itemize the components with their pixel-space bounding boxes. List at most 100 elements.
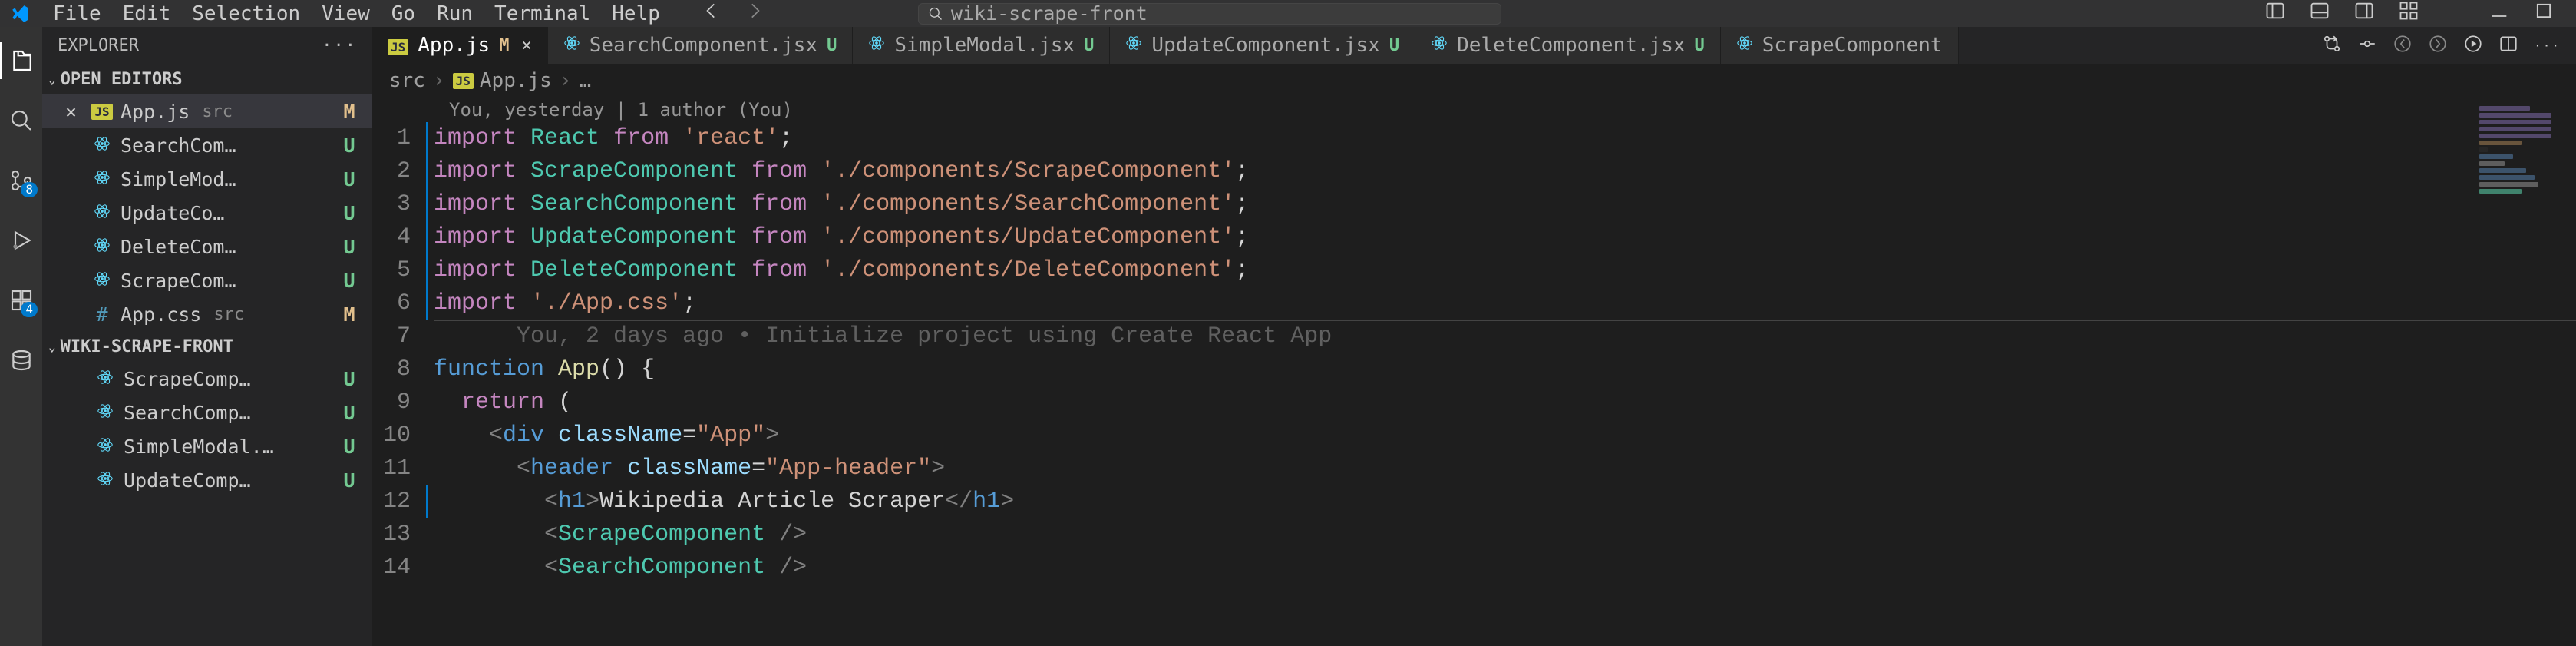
command-center-search[interactable]: wiki-scrape-front — [918, 3, 1501, 25]
editor-tab[interactable]: SearchComponent.jsxU — [548, 27, 854, 64]
code-line[interactable]: import DeleteComponent from './component… — [434, 254, 2576, 287]
more-actions-icon[interactable]: ··· — [2534, 38, 2561, 53]
file-dir: src — [213, 305, 244, 324]
open-editor-item[interactable]: DeleteCom…U — [42, 230, 372, 263]
open-editor-item[interactable]: #App.csssrcM — [42, 297, 372, 331]
search-text: wiki-scrape-front — [951, 2, 1148, 25]
git-status-U: U — [340, 270, 358, 292]
close-icon[interactable]: × — [65, 101, 84, 123]
activity-extensions-icon[interactable]: 4 — [0, 282, 42, 319]
open-editor-item[interactable]: UpdateCo…U — [42, 196, 372, 230]
git-status-U: U — [1084, 36, 1094, 55]
run-file-icon[interactable] — [2463, 34, 2483, 57]
menu-item-go[interactable]: Go — [381, 0, 426, 30]
open-editor-item[interactable]: ScrapeCom… U — [42, 263, 372, 297]
editor-tab[interactable]: SimpleModal.jsx U — [853, 27, 1110, 64]
activity-explorer-icon[interactable] — [0, 42, 42, 79]
js-file-icon: JS — [453, 73, 474, 89]
menu-item-terminal[interactable]: Terminal — [484, 0, 601, 30]
react-file-icon — [868, 34, 885, 57]
code-line[interactable]: import './App.css'; — [434, 287, 2576, 320]
folder-file-item[interactable]: ScrapeComp…U — [42, 362, 372, 396]
code-line[interactable]: <div className="App"> — [434, 419, 2576, 452]
file-name: UpdateComp… — [124, 469, 251, 492]
maximize-window-icon[interactable] — [2533, 0, 2555, 27]
editor-tab[interactable]: ScrapeComponent — [1721, 27, 1959, 64]
file-name: App.css — [121, 303, 201, 326]
git-commit-icon[interactable] — [2357, 34, 2377, 57]
editor-tabs: JSApp.jsM×SearchComponent.jsxUSimpleModa… — [372, 27, 2576, 64]
layout-toggle-right-icon[interactable] — [2353, 0, 2375, 27]
nav-arrows — [702, 1, 765, 26]
react-file-icon — [94, 270, 111, 292]
code-editor[interactable]: 1234567891011121314 import React from 'r… — [372, 122, 2576, 646]
activity-database-icon[interactable] — [0, 342, 42, 379]
code-line[interactable]: function App() { — [434, 353, 2576, 386]
code-line[interactable]: import UpdateComponent from './component… — [434, 221, 2576, 254]
git-status-U: U — [340, 368, 358, 390]
menu-item-help[interactable]: Help — [601, 0, 671, 30]
open-editor-item[interactable]: SimpleMod… U — [42, 162, 372, 196]
minimize-window-icon[interactable] — [2488, 0, 2510, 27]
activity-bar: 8 4 — [0, 27, 42, 646]
layout-toggle-bottom-icon[interactable] — [2309, 0, 2330, 27]
menu-item-edit[interactable]: Edit — [112, 0, 182, 30]
git-codelens[interactable]: You, yesterday | 1 author (You) — [372, 98, 2576, 122]
folder-file-item[interactable]: SimpleModal.…U — [42, 429, 372, 463]
git-status-U: U — [340, 402, 358, 424]
folder-file-item[interactable]: SearchComp… U — [42, 396, 372, 429]
menu-item-selection[interactable]: Selection — [181, 0, 311, 30]
code-line[interactable]: <ScrapeComponent /> — [434, 518, 2576, 552]
file-name: SearchComp… — [124, 402, 251, 424]
breadcrumbs[interactable]: src › JS App.js › … — [372, 64, 2576, 98]
search-icon — [928, 6, 943, 22]
nav-back-icon[interactable] — [702, 1, 722, 26]
file-dir: src — [202, 102, 233, 121]
folder-file-item[interactable]: UpdateComp… U — [42, 463, 372, 497]
code-line[interactable]: <h1>Wikipedia Article Scraper</h1> — [434, 485, 2576, 518]
close-icon[interactable]: × — [521, 36, 531, 55]
activity-search-icon[interactable] — [0, 102, 42, 139]
git-compare-icon[interactable] — [2322, 34, 2342, 57]
react-file-icon — [97, 368, 114, 390]
file-name: ScrapeCom… — [121, 270, 236, 292]
menu-item-view[interactable]: View — [311, 0, 381, 30]
sidebar-more-icon[interactable]: ··· — [322, 36, 357, 55]
split-editor-icon[interactable] — [2498, 34, 2518, 57]
editor-tab[interactable]: JSApp.jsM× — [372, 27, 548, 64]
open-editor-item[interactable]: ×JSApp.jssrcM — [42, 94, 372, 128]
editor-tab[interactable]: UpdateComponent.jsxU — [1110, 27, 1415, 64]
file-name: DeleteCom… — [121, 236, 236, 258]
layout-toggle-left-icon[interactable] — [2264, 0, 2286, 27]
customize-layout-icon[interactable] — [2398, 0, 2419, 27]
code-line[interactable]: <header className="App-header"> — [434, 452, 2576, 485]
nav-prev-icon[interactable] — [2393, 34, 2413, 57]
file-name: App.js — [121, 101, 190, 123]
open-editors-header[interactable]: ⌄ OPEN EDITORS — [42, 64, 372, 94]
menubar: FileEditSelectionViewGoRunTerminalHelp w… — [0, 0, 2576, 27]
git-status-U: U — [340, 134, 358, 157]
code-line[interactable]: import React from 'react'; — [434, 122, 2576, 155]
code-line[interactable]: import SearchComponent from './component… — [434, 188, 2576, 221]
menu-item-file[interactable]: File — [42, 0, 112, 30]
editor-tab[interactable]: DeleteComponent.jsxU — [1415, 27, 1721, 64]
code-line[interactable]: <SearchComponent /> — [434, 552, 2576, 585]
file-name: SimpleMod… — [121, 168, 236, 190]
file-name: UpdateCo… — [121, 202, 224, 224]
tab-label: SimpleModal.jsx — [894, 34, 1075, 57]
menu-item-run[interactable]: Run — [426, 0, 484, 30]
git-status-U: U — [340, 469, 358, 492]
inline-git-blame: You, 2 days ago • Initialize project usi… — [517, 323, 1332, 350]
nav-next-icon[interactable] — [2428, 34, 2448, 57]
code-line[interactable]: import ScrapeComponent from './component… — [434, 155, 2576, 188]
code-line[interactable]: return ( — [434, 386, 2576, 419]
activity-source-control-icon[interactable]: 8 — [0, 162, 42, 199]
open-editor-item[interactable]: SearchCom…U — [42, 128, 372, 162]
css-file-icon: # — [96, 303, 107, 326]
git-status-U: U — [340, 168, 358, 190]
activity-debug-icon[interactable] — [0, 222, 42, 259]
minimap[interactable] — [2476, 104, 2561, 219]
explorer-sidebar: EXPLORER ··· ⌄ OPEN EDITORS ×JSApp.jssrc… — [42, 27, 372, 646]
folder-header[interactable]: ⌄ WIKI-SCRAPE-FRONT — [42, 331, 372, 362]
code-line[interactable]: You, 2 days ago • Initialize project usi… — [434, 320, 2576, 353]
